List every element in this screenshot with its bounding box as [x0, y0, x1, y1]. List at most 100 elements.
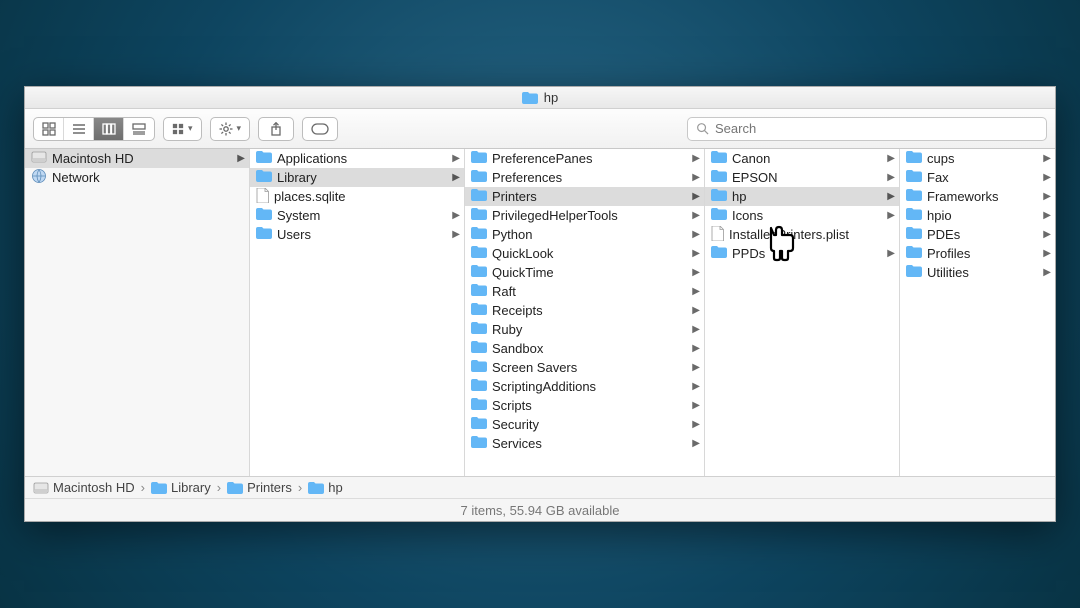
list-item[interactable]: InstalledPrinters.plist [705, 225, 899, 244]
list-item[interactable]: Utilities▶ [900, 263, 1055, 282]
list-item[interactable]: Printers ▶ [465, 187, 704, 206]
folder-icon [471, 417, 487, 432]
list-item[interactable]: QuickLook▶ [465, 244, 704, 263]
chevron-right-icon: ▶ [690, 191, 700, 202]
chevron-right-icon: ▶ [690, 229, 700, 240]
list-item[interactable]: PrivilegedHelperTools▶ [465, 206, 704, 225]
status-text: 7 items, 55.94 GB available [461, 503, 620, 518]
breadcrumb-label: Macintosh HD [53, 480, 135, 495]
item-label: Services [492, 436, 685, 451]
list-item[interactable]: Icons▶ [705, 206, 899, 225]
breadcrumb-label: Printers [247, 480, 292, 495]
list-item[interactable]: ScriptingAdditions▶ [465, 377, 704, 396]
folder-icon [906, 227, 922, 242]
item-label: PPDs [732, 246, 880, 261]
list-item[interactable]: Applications▶ [250, 149, 464, 168]
chevron-right-icon: ▶ [690, 438, 700, 449]
list-item[interactable]: Canon▶ [705, 149, 899, 168]
column-0[interactable]: Macintosh HD▶Network [25, 149, 250, 476]
chevron-down-icon: ▾ [188, 123, 193, 134]
list-item[interactable]: Users▶ [250, 225, 464, 244]
list-item[interactable]: cups▶ [900, 149, 1055, 168]
chevron-right-icon: ▶ [1041, 210, 1051, 221]
view-column-button[interactable] [94, 118, 124, 140]
list-item[interactable]: Sandbox ▶ [465, 339, 704, 358]
chevron-right-icon: ▶ [885, 172, 895, 183]
window-title: hp [544, 90, 558, 105]
item-label: Sandbox [492, 341, 685, 356]
list-item[interactable]: Frameworks▶ [900, 187, 1055, 206]
search-field[interactable] [687, 117, 1047, 141]
breadcrumb-item[interactable]: hp [308, 480, 342, 495]
folder-icon [471, 189, 487, 204]
column-2[interactable]: PreferencePanes▶Preferences▶Printers▶Pri… [465, 149, 705, 476]
item-label: Preferences [492, 170, 685, 185]
column-3[interactable]: Canon▶EPSON▶hp▶Icons▶InstalledPrinters.p… [705, 149, 900, 476]
share-button[interactable] [258, 117, 294, 141]
folder-icon [522, 92, 538, 104]
folder-icon [471, 227, 487, 242]
item-label: PreferencePanes [492, 151, 685, 166]
list-item[interactable]: System▶ [250, 206, 464, 225]
folder-special-icon [256, 170, 272, 185]
item-label: Receipts [492, 303, 685, 318]
breadcrumb-separator: › [217, 480, 221, 495]
list-item[interactable]: places.sqlite [250, 187, 464, 206]
list-item[interactable]: PreferencePanes▶ [465, 149, 704, 168]
list-item[interactable]: QuickTime▶ [465, 263, 704, 282]
view-list-button[interactable] [64, 118, 94, 140]
list-item[interactable]: Macintosh HD▶ [25, 149, 249, 168]
arrange-button[interactable]: ▾ [163, 117, 202, 141]
chevron-right-icon: ▶ [450, 172, 460, 183]
list-item[interactable]: Python▶ [465, 225, 704, 244]
list-item[interactable]: Screen Savers▶ [465, 358, 704, 377]
item-label: System [277, 208, 445, 223]
list-item[interactable]: hp▶ [705, 187, 899, 206]
chevron-right-icon: ▶ [690, 343, 700, 354]
list-item[interactable]: Network [25, 168, 249, 187]
list-item[interactable]: Receipts▶ [465, 301, 704, 320]
list-item[interactable]: Raft▶ [465, 282, 704, 301]
breadcrumb-item[interactable]: Macintosh HD [33, 480, 135, 495]
breadcrumb-label: hp [328, 480, 342, 495]
list-item[interactable]: hpio▶ [900, 206, 1055, 225]
item-label: hp [732, 189, 880, 204]
search-input[interactable] [715, 121, 1038, 136]
folder-icon [711, 208, 727, 223]
column-1[interactable]: Applications▶Library▶places.sqliteSystem… [250, 149, 465, 476]
view-coverflow-button[interactable] [124, 118, 154, 140]
item-label: PrivilegedHelperTools [492, 208, 685, 223]
disk-icon [31, 150, 47, 167]
chevron-right-icon: ▶ [1041, 267, 1051, 278]
breadcrumb-item[interactable]: Printers [227, 480, 292, 495]
breadcrumb-separator: › [141, 480, 145, 495]
item-label: Scripts [492, 398, 685, 413]
titlebar: hp [25, 87, 1055, 109]
share-icon [269, 122, 283, 136]
network-icon [31, 168, 47, 187]
list-item[interactable]: Fax▶ [900, 168, 1055, 187]
folder-icon [711, 189, 727, 204]
list-item[interactable]: PPDs▶ [705, 244, 899, 263]
item-label: Canon [732, 151, 880, 166]
list-item[interactable]: Ruby▶ [465, 320, 704, 339]
item-label: Printers [492, 189, 685, 204]
list-item[interactable]: Profiles▶ [900, 244, 1055, 263]
tags-button[interactable] [302, 117, 338, 141]
file-icon [711, 226, 724, 244]
breadcrumb-label: Library [171, 480, 211, 495]
list-item[interactable]: EPSON▶ [705, 168, 899, 187]
view-icon-button[interactable] [34, 118, 64, 140]
list-item[interactable]: Preferences▶ [465, 168, 704, 187]
list-item[interactable]: Library▶ [250, 168, 464, 187]
action-button[interactable]: ▾ [210, 117, 251, 141]
list-item[interactable]: Security▶ [465, 415, 704, 434]
item-label: Security [492, 417, 685, 432]
list-item[interactable]: Services ▶ [465, 434, 704, 453]
column-4[interactable]: cups▶Fax▶Frameworks▶hpio▶PDEs▶Profiles▶U… [900, 149, 1055, 476]
breadcrumb-item[interactable]: Library [151, 480, 211, 495]
chevron-right-icon: ▶ [235, 153, 245, 164]
chevron-right-icon: ▶ [690, 324, 700, 335]
list-item[interactable]: Scripts▶ [465, 396, 704, 415]
list-item[interactable]: PDEs▶ [900, 225, 1055, 244]
